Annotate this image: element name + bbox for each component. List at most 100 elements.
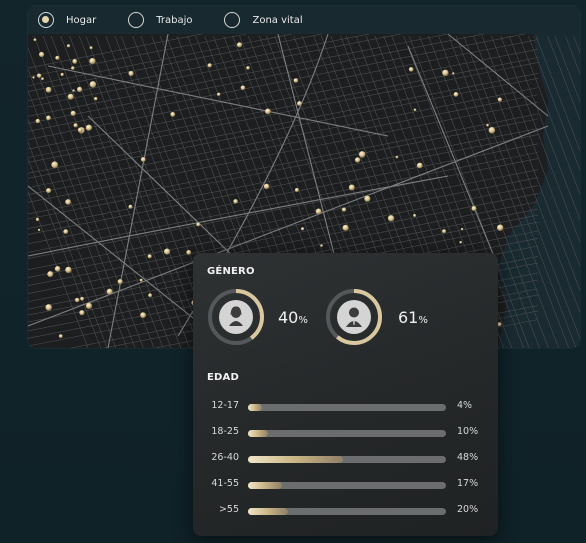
map-point [207, 63, 212, 68]
filter-label-trabajo: Trabajo [156, 14, 193, 26]
map-point [80, 296, 84, 301]
map-point [342, 224, 349, 231]
map-point [320, 244, 323, 247]
age-row: 18-25 10% [193, 426, 498, 440]
map-point [55, 55, 60, 60]
map-point [77, 127, 83, 133]
map-point [39, 51, 45, 58]
map-point [217, 92, 221, 97]
map-point [79, 310, 85, 316]
map-point [94, 97, 98, 101]
radio-zona-vital[interactable] [224, 12, 241, 28]
map-point [85, 302, 93, 309]
map-point [106, 288, 113, 295]
map-point [128, 204, 133, 209]
map-point [75, 297, 80, 303]
age-range-label: 26-40 [211, 452, 239, 463]
map-point [459, 241, 463, 244]
map-point [342, 207, 347, 212]
map-point [452, 72, 455, 75]
map-point [488, 127, 496, 134]
age-range-label: 18-25 [211, 426, 239, 437]
map-point [140, 157, 146, 162]
map-point [293, 78, 299, 83]
map-point [72, 59, 78, 64]
map-point [358, 151, 366, 158]
gender-title: GÉNERO [207, 266, 255, 277]
map-point [71, 66, 75, 70]
age-row: >55 20% [193, 504, 498, 518]
map-point [354, 157, 361, 163]
map-point [77, 86, 83, 92]
map-point [442, 229, 447, 234]
age-bar-track [248, 482, 446, 489]
age-title: EDAD [207, 372, 239, 383]
radio-hogar[interactable] [38, 12, 54, 28]
map-point [265, 108, 271, 115]
age-percent: 10% [457, 426, 479, 437]
map-point [70, 110, 76, 116]
map-point [89, 46, 93, 50]
map-point [196, 222, 201, 227]
map-point [51, 161, 59, 169]
radio-trabajo[interactable] [128, 12, 145, 28]
map-point [45, 304, 52, 311]
map-point [408, 67, 414, 72]
map-point [233, 199, 238, 204]
map-point [54, 266, 61, 272]
map-point [170, 112, 176, 117]
map-point [453, 92, 459, 97]
age-bar-fill [248, 482, 282, 489]
map-point [45, 86, 52, 93]
map-point [89, 81, 97, 88]
filter-option-trabajo[interactable]: Trabajo [128, 12, 192, 28]
map-point [37, 73, 42, 78]
map-point [497, 97, 502, 102]
map-point [139, 278, 143, 282]
gender-female-percent: 40% [278, 308, 308, 327]
map-point [46, 115, 51, 121]
map-point [413, 214, 417, 217]
map-point [186, 250, 192, 255]
map-point [387, 215, 395, 222]
map-point [246, 66, 250, 70]
map-point [471, 206, 477, 211]
map-point [240, 85, 246, 91]
map-point [60, 72, 64, 77]
map-point [58, 334, 63, 338]
age-bar-fill [248, 508, 288, 515]
map-point [41, 77, 44, 81]
map-point [47, 271, 54, 278]
map-point [164, 248, 171, 255]
map-point [65, 199, 71, 205]
age-range-label: >55 [218, 504, 239, 515]
age-range-label: 12-17 [211, 400, 239, 411]
age-bar-track [248, 404, 446, 411]
filter-option-hogar[interactable]: Hogar [38, 12, 96, 28]
age-bar-fill [248, 430, 268, 437]
map-point [46, 188, 52, 194]
filter-label-hogar: Hogar [66, 14, 97, 26]
map-point [65, 266, 72, 274]
map-point [85, 124, 92, 131]
map-point [263, 183, 270, 190]
map-point [67, 93, 74, 100]
age-percent: 4% [457, 400, 473, 411]
age-bar-track [248, 430, 446, 437]
map-point [128, 70, 134, 77]
map-point [148, 293, 152, 298]
map-point [413, 108, 417, 112]
map-point [236, 42, 243, 48]
filter-option-zona-vital[interactable]: Zona vital [224, 12, 303, 28]
age-percent: 17% [457, 478, 479, 489]
map-point [32, 76, 35, 79]
map-point [72, 89, 75, 92]
age-row: 41-55 17% [193, 478, 498, 492]
location-filter-bar: Hogar Trabajo Zona vital [28, 6, 580, 34]
map-point [442, 69, 449, 76]
demographics-panel: GÉNERO 40% 61% EDAD 12-17 4% 18-25 10% 2… [193, 253, 498, 536]
filter-label-zona-vital: Zona vital [252, 14, 303, 26]
map-point [297, 101, 302, 106]
map-point [66, 44, 71, 48]
map-point [89, 58, 96, 65]
